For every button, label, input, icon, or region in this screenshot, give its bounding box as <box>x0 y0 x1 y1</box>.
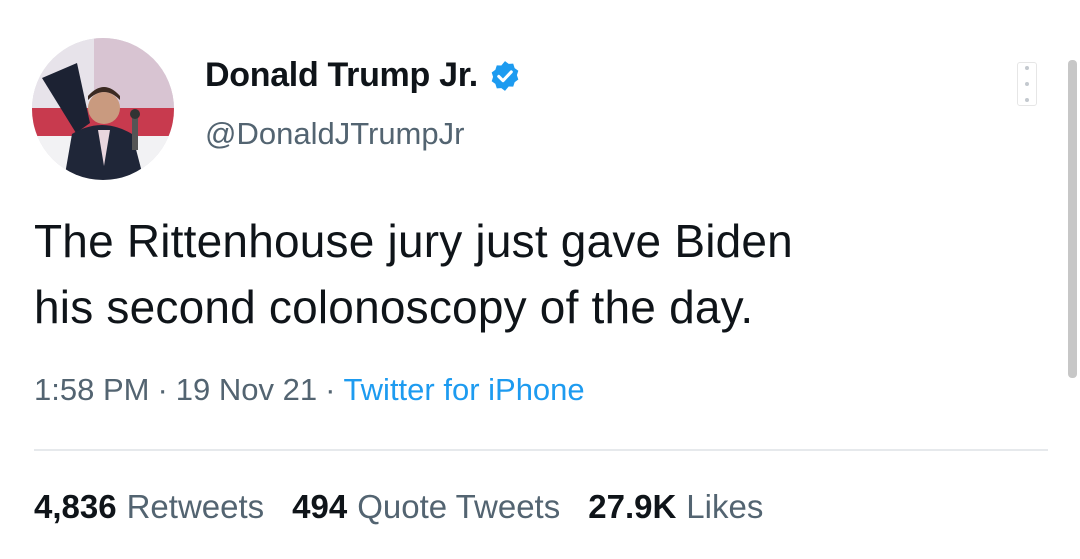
avatar[interactable] <box>32 38 174 180</box>
meta-separator: · <box>325 372 336 407</box>
author-handle[interactable]: @DonaldJTrumpJr <box>205 116 464 152</box>
quote-tweets-stat[interactable]: 494 Quote Tweets <box>292 488 560 526</box>
tweet-text-line: The Rittenhouse jury just gave Biden <box>34 215 793 267</box>
divider <box>34 449 1048 451</box>
tweet-text: The Rittenhouse jury just gave Biden his… <box>34 208 1044 340</box>
stat-value: 27.9K <box>588 488 677 525</box>
tweet-source-link[interactable]: Twitter for iPhone <box>343 372 584 408</box>
stat-value: 494 <box>292 488 348 525</box>
more-options-icon[interactable] <box>1017 62 1037 106</box>
tweet-text-line: his second colonoscopy of the day. <box>34 281 754 333</box>
stat-label: Retweets <box>126 488 265 525</box>
meta-separator: · <box>157 372 168 407</box>
tweet-date[interactable]: 19 Nov 21 <box>176 372 317 408</box>
verified-badge-icon <box>488 59 522 93</box>
tweet-meta: 1:58 PM · 19 Nov 21 · Twitter for iPhone <box>34 372 585 408</box>
stat-label: Quote Tweets <box>357 488 561 525</box>
author-display-name[interactable]: Donald Trump Jr. <box>205 56 478 95</box>
tweet-time[interactable]: 1:58 PM <box>34 372 149 408</box>
author-row: Donald Trump Jr. <box>205 56 522 95</box>
retweets-stat[interactable]: 4,836 Retweets <box>34 488 264 526</box>
stat-value: 4,836 <box>34 488 117 525</box>
stat-label: Likes <box>686 488 764 525</box>
scrollbar[interactable] <box>1068 60 1077 378</box>
likes-stat[interactable]: 27.9K Likes <box>588 488 763 526</box>
tweet-stats: 4,836 Retweets 494 Quote Tweets 27.9K Li… <box>34 488 791 526</box>
